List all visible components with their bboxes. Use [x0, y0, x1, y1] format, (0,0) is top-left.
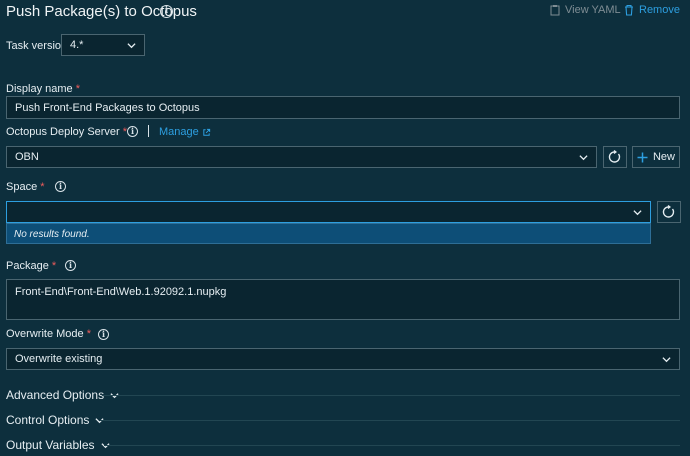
overwrite-label: Overwrite Mode *: [6, 328, 91, 340]
package-value: Front-End\Front-End\Web.1.92092.1.nupkg: [15, 286, 227, 298]
space-refresh-button[interactable]: [657, 201, 681, 223]
server-select[interactable]: OBN: [6, 146, 597, 168]
space-dropdown-list: No results found.: [6, 223, 651, 244]
server-value: OBN: [15, 151, 39, 163]
space-label: Space *: [6, 181, 45, 193]
remove-button[interactable]: Remove: [623, 4, 680, 16]
space-select[interactable]: [6, 201, 651, 223]
new-label: New: [652, 151, 675, 163]
server-info-icon[interactable]: i: [127, 126, 138, 137]
section-divider: [102, 395, 680, 396]
task-version-select[interactable]: 4.*: [61, 34, 145, 56]
output-variables-toggle[interactable]: Output Variables: [6, 438, 110, 452]
display-name-input[interactable]: Push Front-End Packages to Octopus: [6, 96, 680, 119]
view-yaml-button[interactable]: View YAML: [549, 4, 621, 16]
chevron-down-icon: [662, 357, 671, 363]
overwrite-select[interactable]: Overwrite existing: [6, 348, 680, 370]
manage-link[interactable]: Manage: [159, 126, 211, 138]
divider: [148, 125, 149, 137]
overwrite-info-icon[interactable]: i: [98, 329, 109, 340]
external-link-icon: [203, 128, 210, 136]
package-textarea[interactable]: Front-End\Front-End\Web.1.92092.1.nupkg: [6, 279, 680, 320]
chevron-down-icon: [579, 155, 588, 161]
manage-label: Manage: [159, 126, 199, 138]
task-version-label: Task version: [6, 40, 68, 52]
no-results-message: No results found.: [14, 229, 90, 240]
info-icon[interactable]: i: [160, 5, 173, 18]
display-name-value: Push Front-End Packages to Octopus: [15, 101, 200, 114]
chevron-down-icon: [127, 43, 136, 49]
task-version-value: 4.*: [70, 39, 84, 51]
package-label: Package *: [6, 260, 57, 272]
section-divider: [104, 445, 680, 446]
clipboard-icon: [550, 5, 560, 16]
chevron-down-icon: [633, 210, 642, 216]
refresh-icon: [662, 205, 675, 218]
control-options-label: Control Options: [6, 413, 90, 427]
refresh-icon: [608, 150, 621, 163]
display-name-label: Display name *: [6, 83, 80, 95]
package-info-icon[interactable]: i: [65, 260, 76, 271]
section-divider: [100, 420, 680, 421]
new-server-button[interactable]: New: [632, 146, 680, 168]
overwrite-value: Overwrite existing: [15, 353, 103, 365]
plus-icon: [637, 152, 648, 162]
remove-label: Remove: [639, 4, 680, 16]
server-label: Octopus Deploy Server *: [6, 126, 128, 138]
view-yaml-label: View YAML: [565, 4, 621, 16]
space-info-icon[interactable]: i: [55, 181, 66, 192]
advanced-options-label: Advanced Options: [6, 388, 105, 402]
server-refresh-button[interactable]: [603, 146, 627, 168]
control-options-toggle[interactable]: Control Options: [6, 413, 104, 427]
trash-icon: [625, 4, 633, 16]
output-variables-label: Output Variables: [6, 438, 95, 452]
